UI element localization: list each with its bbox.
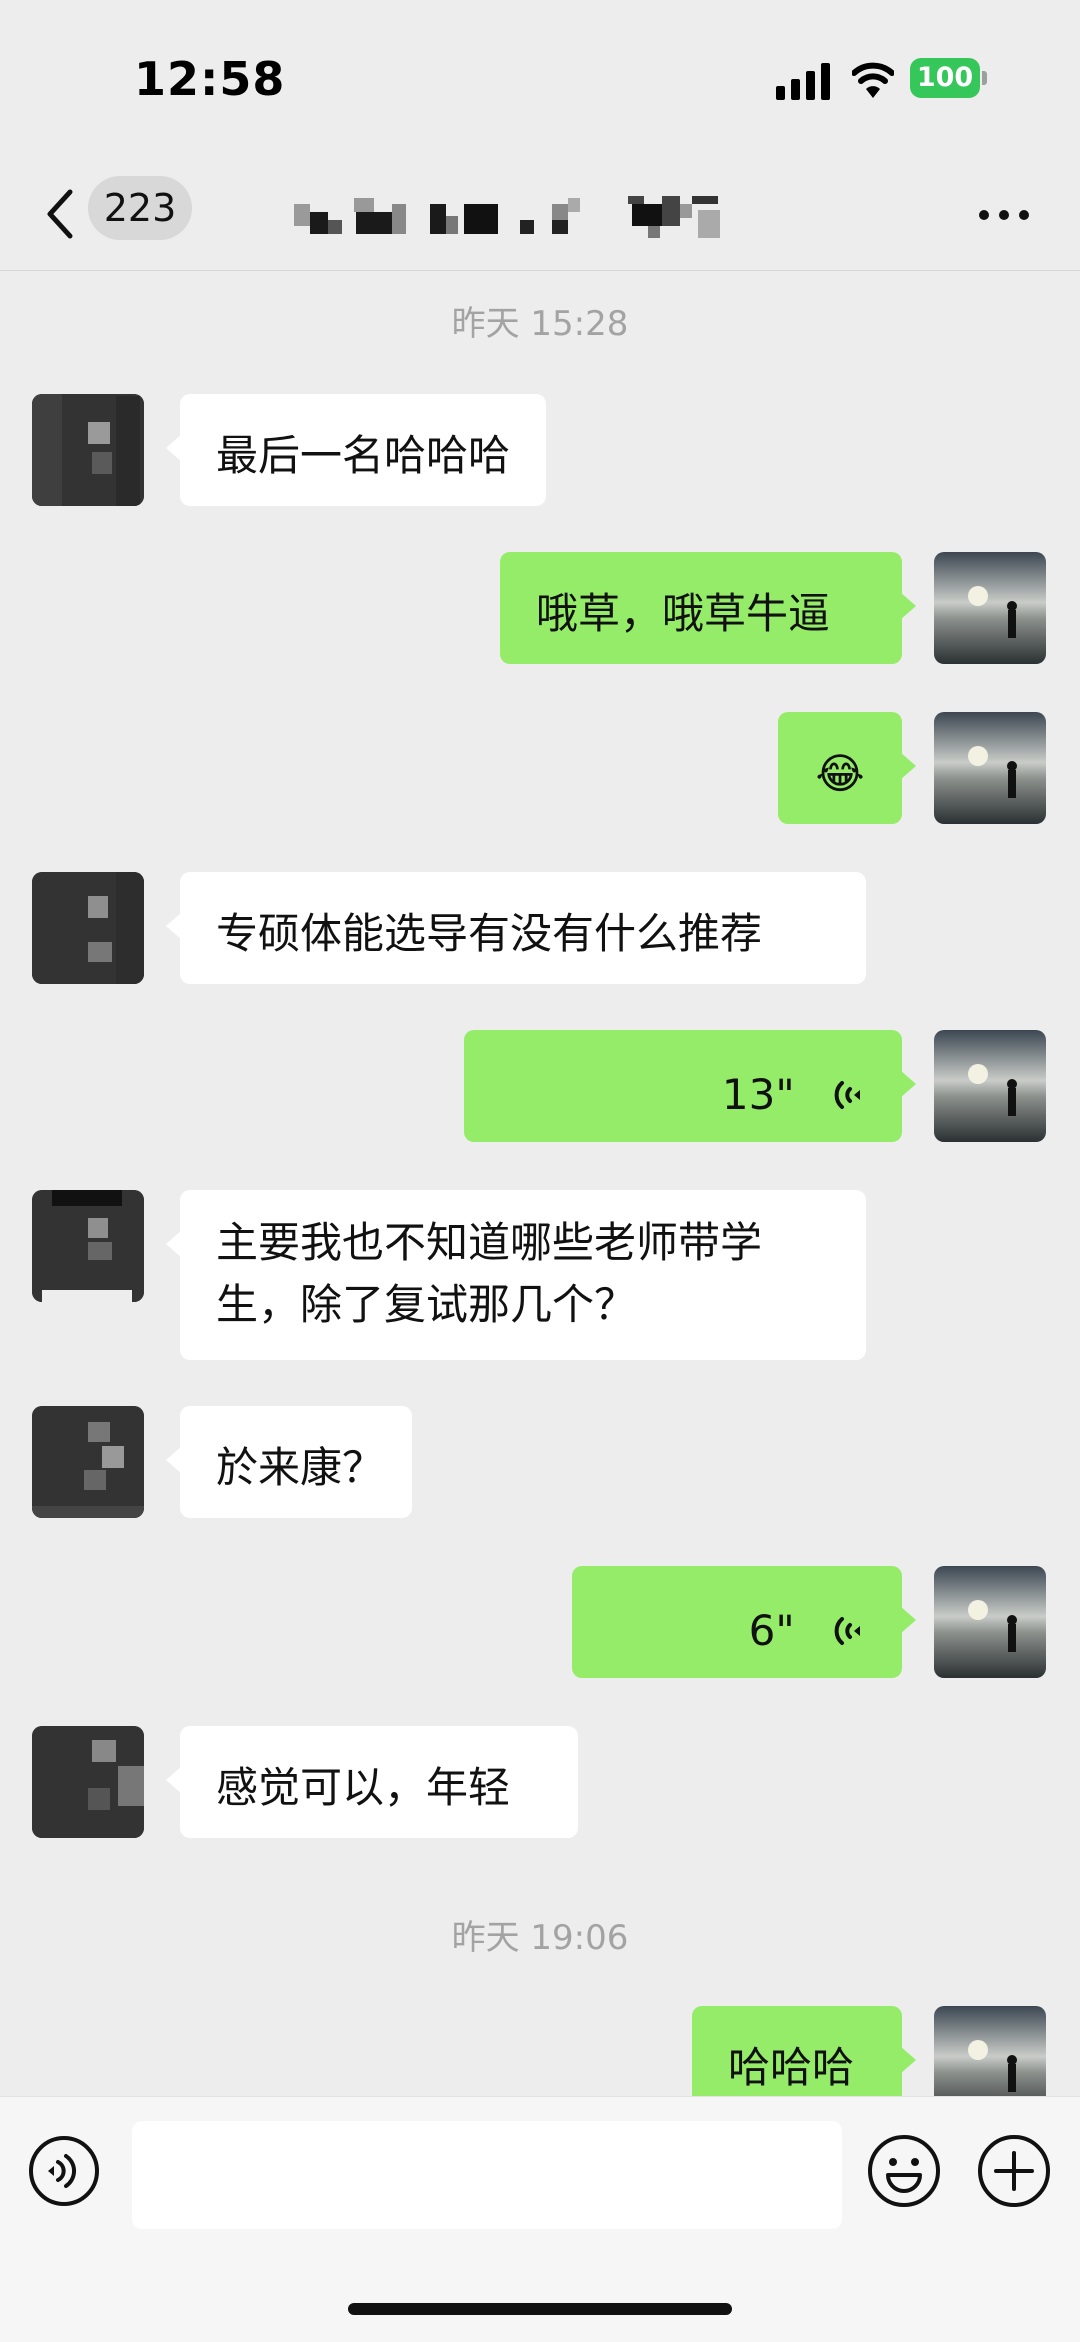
incoming-message[interactable]: 於来康？ [166,1406,412,1518]
my-avatar[interactable] [934,1030,1046,1142]
incoming-message[interactable]: 感觉可以，年轻 [166,1726,578,1838]
status-time: 12:58 [134,52,286,106]
contact-avatar[interactable] [32,872,144,984]
contact-avatar[interactable] [32,1406,144,1518]
contact-avatar[interactable] [32,1726,144,1838]
my-avatar[interactable] [934,712,1046,824]
plus-icon[interactable] [976,2133,1052,2209]
voice-wave-icon [834,1616,860,1645]
incoming-message[interactable]: 专硕体能选导有没有什么推荐 [166,872,866,984]
chat-header: 223 [0,160,1080,271]
message-timestamp: 昨天 19:06 [451,1918,629,1958]
battery-level: 100 [910,58,980,98]
battery-cap [982,71,987,85]
contact-avatar[interactable] [32,394,144,506]
wifi-icon [852,62,894,98]
my-avatar[interactable] [934,2006,1046,2096]
outgoing-voice-message[interactable]: 13" [464,1030,916,1142]
my-avatar[interactable] [934,552,1046,664]
chevron-left-icon[interactable] [40,184,80,244]
more-icon[interactable] [974,200,1034,230]
outgoing-message[interactable]: 哦草，哦草牛逼 [500,552,916,664]
emoji-icon[interactable] [866,2133,942,2209]
message-input[interactable] [132,2121,842,2229]
voice-duration: 6" [748,1605,795,1655]
chat-title-redacted [294,196,720,238]
battery-icon: 100 [910,58,988,98]
voice-wave-icon [834,1080,860,1109]
incoming-message[interactable]: 主要我也不知道哪些老师带学生，除了复试那几个？ [166,1190,866,1360]
unread-count-badge[interactable]: 223 [88,176,192,240]
incoming-message[interactable]: 最后一名哈哈哈 [165,394,547,506]
signal-icon [776,63,830,100]
input-bar [0,2096,1080,2342]
outgoing-voice-message[interactable]: 6" [572,1566,916,1678]
message-timestamp: 昨天 15:28 [451,304,629,344]
status-bar: 12:58 100 [0,0,1080,160]
voice-duration: 13" [721,1069,795,1119]
home-indicator [348,2303,732,2315]
outgoing-message[interactable]: 哈哈哈 [692,2006,916,2096]
outgoing-emoji-message[interactable]: 😂 [778,712,916,824]
contact-avatar[interactable] [32,1190,144,1302]
voice-input-icon[interactable] [28,2135,100,2207]
my-avatar[interactable] [934,1566,1046,1678]
